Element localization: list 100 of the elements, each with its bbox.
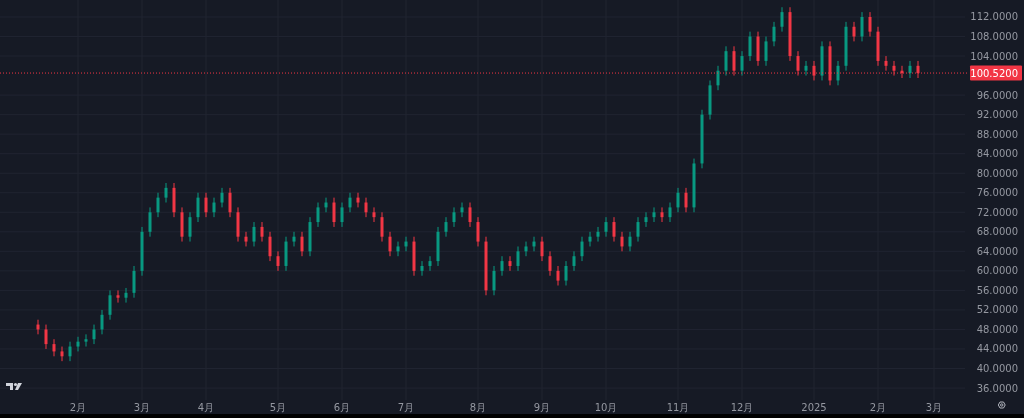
candlestick [756, 31, 760, 67]
candlestick [84, 333, 88, 348]
price-axis-label: 104.0000 [970, 50, 1018, 62]
price-axis-label: 40.0000 [976, 363, 1018, 374]
candlestick [836, 60, 840, 86]
candlestick [188, 211, 192, 243]
candlestick [564, 260, 568, 286]
candlestick [748, 31, 752, 62]
candlestick [812, 60, 816, 81]
candlestick [340, 202, 344, 228]
candlestick [260, 221, 264, 243]
candlestick [412, 236, 416, 277]
price-axis-label: 92.0000 [976, 109, 1018, 121]
candlestick [740, 50, 744, 77]
candlestick [276, 250, 280, 272]
time-axis-label: 2月 [69, 402, 87, 413]
candlestick [316, 202, 320, 228]
candlestick [332, 197, 336, 228]
candlestick [92, 324, 96, 345]
time-axis-label: 2月 [869, 402, 887, 413]
candlestick [428, 255, 432, 272]
candlestick [892, 60, 896, 77]
candlestick [692, 158, 696, 213]
candlestick [164, 182, 168, 203]
candlestick [788, 6, 792, 62]
candlestick [116, 289, 120, 304]
settings-icon[interactable] [997, 401, 1006, 409]
candlestick [292, 231, 296, 247]
candlestick [604, 216, 608, 238]
candlestick [228, 187, 232, 218]
candlestick [132, 265, 136, 299]
candlestick [172, 182, 176, 218]
candlestick [388, 231, 392, 257]
time-axis-label: 3月 [925, 402, 943, 413]
candlestick [876, 26, 880, 67]
candlestick [612, 216, 616, 243]
price-axis-label: 88.0000 [976, 128, 1018, 140]
candlestick [548, 250, 552, 277]
candlestick [468, 202, 472, 228]
time-axis-label: 9月 [533, 402, 551, 413]
candlestick [348, 192, 352, 213]
price-axis-label: 84.0000 [976, 148, 1018, 160]
candlestick [572, 250, 576, 272]
candlestick [580, 236, 584, 262]
candlestick [636, 216, 640, 243]
candlestick [708, 79, 712, 120]
price-axis-label: 60.0000 [976, 265, 1018, 277]
candlestick [364, 197, 368, 218]
price-axis-label: 96.0000 [976, 89, 1018, 101]
candlestick [180, 206, 184, 243]
candlestick [820, 40, 824, 81]
candlestick [356, 192, 360, 208]
candlestick [540, 236, 544, 262]
price-axis-label: 52.0000 [976, 304, 1018, 316]
time-axis-label: 2025 [801, 402, 827, 413]
price-axis-label: 36.0000 [976, 382, 1018, 394]
candlestick [908, 60, 912, 79]
candlestick [324, 197, 328, 213]
candlestick [700, 109, 704, 169]
candlestick [124, 287, 128, 304]
candlestick [780, 6, 784, 33]
candlestick [828, 40, 832, 86]
candlestick [204, 192, 208, 218]
candlestick [444, 216, 448, 238]
candlestick [588, 231, 592, 247]
candlestick [652, 206, 656, 223]
candlestick [852, 21, 856, 42]
candlestick [68, 341, 72, 362]
candlestick [676, 187, 680, 213]
price-axis-label: 108.0000 [970, 31, 1018, 42]
candlestick [284, 236, 288, 272]
candlestick [212, 197, 216, 218]
time-axis-label: 6月 [333, 402, 351, 413]
candlestick [196, 192, 200, 223]
candlestick [644, 211, 648, 228]
price-axis-label: 72.0000 [976, 206, 1018, 218]
time-axis-label: 8月 [469, 402, 487, 413]
candlestick [524, 241, 528, 257]
candlestick [516, 245, 520, 272]
time-axis-label: 11月 [666, 402, 690, 413]
time-axis-label: 7月 [397, 402, 415, 413]
candlestick [308, 216, 312, 257]
candlestick [476, 216, 480, 247]
candlestick [60, 346, 64, 362]
candlestick [772, 21, 776, 47]
time-axis-label: 5月 [269, 402, 287, 413]
candlestick [668, 202, 672, 223]
candlestick [44, 324, 48, 350]
candlestick [300, 231, 304, 257]
price-axis-label: 76.0000 [976, 187, 1018, 199]
candlestick [508, 255, 512, 272]
candlestick [860, 11, 864, 42]
candlestick [868, 11, 872, 37]
candlestick [372, 206, 376, 223]
logo-icon [6, 382, 22, 390]
candlestick [404, 236, 408, 252]
candlestick [804, 60, 808, 77]
candlestick [100, 309, 104, 335]
candlestick [380, 211, 384, 243]
candlestick [484, 236, 488, 296]
